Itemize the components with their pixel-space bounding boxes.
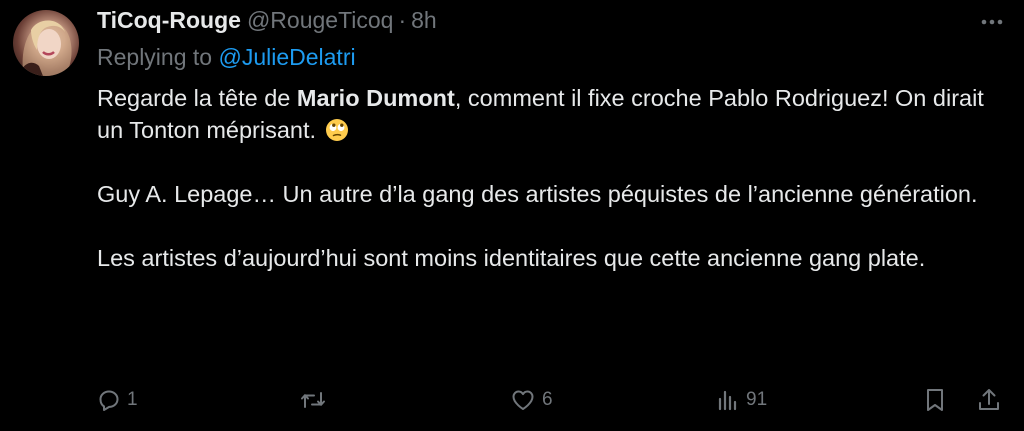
like-icon [512,390,534,410]
share-button[interactable] [976,384,1002,416]
retweet-icon [301,392,325,408]
replying-to-label: Replying to [97,44,219,70]
reply-button[interactable]: 1 [97,384,138,416]
more-button[interactable] [978,10,1006,34]
more-icon [981,19,1003,25]
views-icon [718,390,737,411]
bookmark-button[interactable] [923,384,947,416]
tweet-actions: 1 6 91 [97,384,1006,416]
replying-to: Replying to @JulieDelatri [97,44,356,71]
reply-count: 1 [127,389,138,410]
views-button[interactable]: 91 [716,384,767,416]
tweet-paragraph-2: Guy A. Lepage… Un autre d’la gang des ar… [97,181,978,207]
tweet-timestamp[interactable]: 8h [411,7,437,34]
like-count: 6 [542,389,553,410]
mention-link[interactable]: @JulieDelatri [218,44,355,70]
tweet-header: TiCoq-Rouge @RougeTicoq · 8h [97,5,437,35]
tweet-paragraph-3: Les artistes d’aujourd’hui sont moins id… [97,245,926,271]
share-icon [979,389,999,410]
views-count: 91 [746,389,768,410]
author-handle[interactable]: @RougeTicoq [247,7,394,34]
retweet-button[interactable] [300,384,332,416]
tweet-text: Regarde la tête de Mario Dumont, comment… [97,82,997,274]
header-separator: · [398,6,407,33]
like-button[interactable]: 6 [510,384,553,416]
avatar-image [19,20,72,76]
bold-text-segment: Mario Dumont [296,85,455,111]
author-display-name[interactable]: TiCoq-Rouge [97,7,241,34]
tweet-paragraph-1: Regarde la tête de Mario Dumont, comment… [97,82,997,146]
bookmark-icon [927,389,943,411]
tweet[interactable]: TiCoq-Rouge @RougeTicoq · 8h Replying to… [0,0,1024,431]
reply-icon [99,390,119,411]
avatar[interactable] [13,10,79,76]
rolling-eyes-emoji-icon [325,119,348,141]
text-segment: Regarde la tête de [97,85,297,111]
